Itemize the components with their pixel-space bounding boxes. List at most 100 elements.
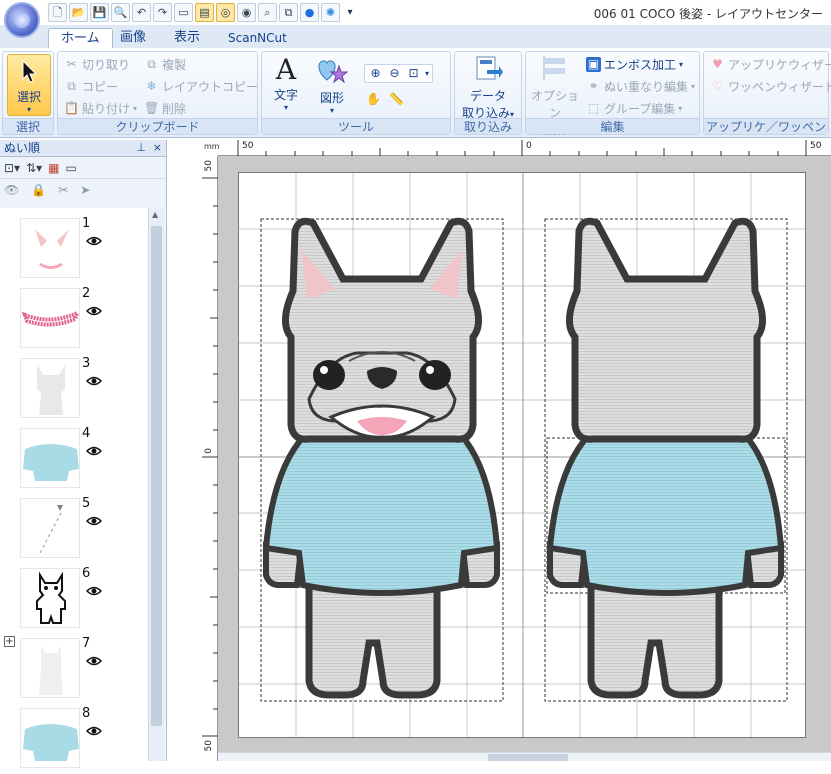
option-edit-icon: [543, 56, 565, 80]
app-menu-button[interactable]: [4, 2, 40, 38]
new-file-icon[interactable]: 🗋: [48, 3, 67, 22]
shape-tool-button[interactable]: 図形 ▾: [312, 54, 352, 115]
tab-home[interactable]: ホーム: [48, 28, 113, 48]
pointer-icon: [22, 59, 38, 83]
ruler-unit: mm: [202, 140, 220, 156]
panel-controls: ⊥ ×: [136, 140, 162, 156]
eye-icon[interactable]: [86, 376, 102, 386]
duplicate-label: 複製: [162, 58, 187, 72]
group-edit-label: グループ編集: [604, 102, 676, 116]
panel-scroll-thumb[interactable]: [151, 226, 162, 726]
emboss-button[interactable]: ▣ エンボス加工 ▾: [586, 56, 683, 73]
page-icon[interactable]: ▭: [66, 161, 77, 175]
scissors-icon[interactable]: ✂: [58, 183, 68, 197]
zoom-out-icon[interactable]: ⊖: [387, 66, 402, 81]
panel-header: ぬい順 ⊥ ×: [0, 140, 166, 157]
eye-icon[interactable]: [86, 516, 102, 526]
save-icon[interactable]: 💾: [90, 3, 109, 22]
thumbnail-shirt: [20, 428, 80, 488]
color-icon[interactable]: ●: [300, 3, 319, 22]
import-group-label: 取り込み: [455, 118, 521, 134]
item-number: 1: [82, 216, 91, 231]
list-item[interactable]: 4: [0, 424, 148, 494]
cut-button[interactable]: ✂ 切り取り: [64, 56, 130, 73]
text-tool-button[interactable]: A 文字 ▾: [268, 53, 304, 113]
select-group: 選択 ▾ 選択: [2, 51, 54, 135]
chevron-down-icon: ▾: [26, 105, 31, 114]
applique-group-label: アップリケ／ワッペン: [704, 118, 828, 134]
layout-copy-button[interactable]: ❄ レイアウトコピー ▾: [144, 78, 265, 95]
tab-scanncut[interactable]: ScanNCut: [216, 28, 299, 48]
delete-button[interactable]: 🗑 削除: [144, 100, 186, 117]
eye-icon[interactable]: [86, 236, 102, 246]
list-item[interactable]: 2: [0, 284, 148, 354]
ruler-left-label: 0: [204, 448, 214, 454]
design-page[interactable]: [238, 172, 806, 738]
tab-view[interactable]: 表示: [162, 28, 212, 48]
scroll-up-icon[interactable]: ▲: [152, 210, 158, 219]
eye-icon[interactable]: [86, 656, 102, 666]
redo-icon[interactable]: ↷: [153, 3, 172, 22]
qat-dropdown[interactable]: ▾: [342, 3, 358, 22]
ruler-icon[interactable]: 📏: [389, 92, 404, 107]
select-button[interactable]: 選択 ▾: [7, 54, 51, 116]
eye-icon[interactable]: [86, 446, 102, 456]
list-item[interactable]: 5: [0, 494, 148, 564]
color-sort-icon[interactable]: ▦: [48, 161, 59, 175]
eye-icon[interactable]: [86, 586, 102, 596]
stitch-overlap-label: ぬい重なり編集: [604, 80, 689, 94]
zoom-fit-icon[interactable]: ⊡: [406, 66, 421, 81]
copy-button[interactable]: ⧉ コピー: [64, 78, 118, 95]
list-item[interactable]: 3: [0, 354, 148, 424]
tab-image[interactable]: 画像: [108, 28, 158, 48]
paste-icon: 📋: [64, 101, 79, 115]
zoom-icon[interactable]: 🔍: [111, 3, 130, 22]
paste-button[interactable]: 📋 貼り付け ▾: [64, 100, 137, 117]
duplicate-icon: ⧉: [147, 57, 156, 71]
lock-icon[interactable]: 🔒: [31, 183, 46, 197]
ruler-top: 50 0 50: [202, 140, 831, 156]
applique-wizard-button[interactable]: ♥ アップリケウィザード: [710, 56, 831, 73]
preview-icon[interactable]: ⌕: [258, 3, 277, 22]
letter-a-icon: A: [275, 53, 297, 86]
list-item[interactable]: 1: [0, 214, 148, 284]
duplicate-button[interactable]: ⧉ 複製: [144, 56, 186, 73]
view-icon[interactable]: ◎: [216, 3, 235, 22]
settings-icon[interactable]: ✺: [321, 3, 340, 22]
hand-icon[interactable]: ✋: [366, 92, 381, 107]
hoop-icon[interactable]: ◉: [237, 3, 256, 22]
copy-icon[interactable]: ⧉: [279, 3, 298, 22]
title-bar: 🗋 📂 💾 🔍 ↶ ↷ ▭ ▤ ◎ ◉ ⌕ ⧉ ● ✺ ▾ 006 01 COC…: [0, 0, 831, 38]
list-item[interactable]: 6: [0, 564, 148, 634]
panel-scrollbar[interactable]: ▲: [148, 208, 164, 761]
group-edit-button[interactable]: ⬚ グループ編集 ▾: [586, 100, 682, 117]
toolbar-icon[interactable]: ▭: [174, 3, 193, 22]
heart-star-icon: [318, 60, 349, 84]
list-item[interactable]: 8: [0, 704, 148, 774]
patch-wizard-button[interactable]: ♡ ワッペンウィザード: [710, 78, 831, 95]
eye-icon[interactable]: [86, 306, 102, 316]
applique-group: ♥ アップリケウィザード ♡ ワッペンウィザード アップリケ／ワッペン: [703, 51, 831, 135]
undo-icon[interactable]: ↶: [132, 3, 151, 22]
data-import-button[interactable]: データ 取り込み▾: [459, 54, 517, 121]
ribbon: 選択 ▾ 選択 ✂ 切り取り ⧉ コピー 📋 貼り付け ▾ ⧉ 複製 ❄ レイア…: [0, 48, 831, 138]
pin-icon[interactable]: ⊥: [136, 141, 146, 154]
chevron-down-icon[interactable]: ▾: [425, 69, 429, 78]
ruler-left: 50 0 50: [202, 156, 218, 761]
stitch-icon[interactable]: ▤: [195, 3, 214, 22]
hand-measure-tools: ✋ 📏: [366, 92, 404, 107]
frame-select-icon[interactable]: ⊡▾: [4, 161, 20, 175]
open-folder-icon[interactable]: 📂: [69, 3, 88, 22]
zoom-in-icon[interactable]: ⊕: [368, 66, 383, 81]
list-item[interactable]: + 7: [0, 634, 148, 704]
horizontal-scroll-thumb[interactable]: [488, 754, 568, 761]
horizontal-scrollbar[interactable]: [218, 752, 831, 761]
sort-icon[interactable]: ⇅▾: [26, 161, 42, 175]
heart-icon: ♥: [712, 57, 723, 71]
close-icon[interactable]: ×: [153, 141, 162, 154]
stitch-overlap-button[interactable]: ⚭ ぬい重なり編集 ▾: [586, 78, 695, 95]
eye-icon[interactable]: 👁: [4, 183, 19, 197]
expand-icon[interactable]: +: [4, 636, 15, 647]
eye-icon[interactable]: [86, 726, 102, 736]
pointer-icon[interactable]: ➤: [80, 183, 90, 197]
